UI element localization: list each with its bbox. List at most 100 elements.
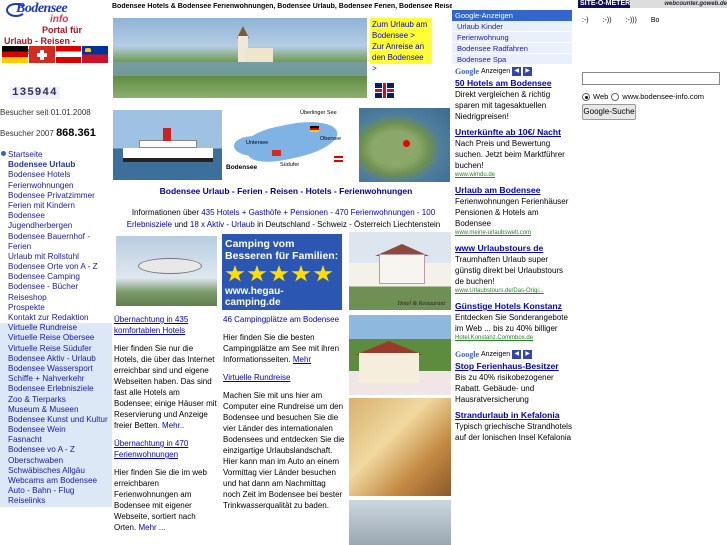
sidebar-item[interactable]: Bodensee vo A - Z [0,445,112,456]
sidebar-item[interactable]: Bodensee Hotels [0,170,112,180]
sidebar-item[interactable]: Reiseshop [0,293,112,303]
google-ad-url[interactable]: www.Urlaubstours.de/Das-Origi... [455,287,572,296]
zeppelin-image[interactable] [116,236,217,306]
sidebar-item[interactable]: Bodensee Wassersport [0,363,112,375]
info-yellow-box: Zum Urlaub am Bodensee > Zur Anreise an … [370,18,432,73]
map-germany-flag-icon [310,126,319,132]
google-search-button[interactable]: Google-Suche [582,104,636,120]
sidebar-item[interactable]: Ferien [0,242,112,252]
google-ad-link[interactable]: Urlaub Kinder [452,21,572,32]
sidebar-item[interactable]: Kontakt zur Redaktion [0,313,112,323]
google-ad-title[interactable]: 50 Hotels am Bodensee [455,78,572,89]
ship-image[interactable] [113,110,222,180]
sidebar-item[interactable]: Oberschwaben [0,455,112,466]
visitors-2007-value: 868.361 [56,127,96,139]
link-virtuelle-rundreise[interactable]: Virtuelle Rundreise [223,373,290,382]
link-anreise-bodensee[interactable]: Zur Anreise an den Bodensee > [372,42,424,73]
camping-ad-banner[interactable]: Camping vom Besseren für Familien: www.h… [222,234,342,310]
sidebar-item[interactable]: Bodensee Aktiv - Urlaub [0,353,112,364]
sidebar-item[interactable]: Bodensee Kunst und Kultur [0,414,112,426]
visitors-2007-label: Besucher 2007 [0,129,54,138]
lake-panorama-image [113,18,367,98]
radio-site[interactable] [611,92,620,101]
sidebar-item[interactable]: Ferienwohnungen [0,181,112,191]
prev-arrow-icon[interactable]: ◀ [512,349,522,359]
google-ad-text: Ferienwohnungen Ferienhäuser Pensionen &… [455,197,569,228]
sidebar-item[interactable]: Auto - Bahn - Flug [0,486,112,497]
sidebar-item[interactable]: Bodensee Privatzimmer [0,191,112,201]
english-flag-icon[interactable] [375,83,394,98]
google-ad-title[interactable]: Urlaub am Bodensee [455,185,572,196]
sidebar-item[interactable]: Bodensee - Bücher [0,282,112,292]
sidebar-item[interactable]: Bodensee Wein [0,425,112,436]
visitors-since-label: Besucher seit 01.01.2008 [0,108,91,117]
next-arrow-icon[interactable]: ▶ [523,66,533,76]
sidebar-item[interactable]: Zoo & Tierparks [0,394,112,405]
hotel-restaurant-photo[interactable]: Hotel & Restaurant [349,232,451,310]
google-ad-url[interactable]: www.wimdu.de [455,171,572,180]
europe-map-image[interactable] [359,108,450,182]
link-hotels-heading[interactable]: Übernachtung in 435 komfortablen Hotels [114,315,188,335]
link-hotels-more[interactable]: Mehr.. [162,421,184,430]
sidebar-item[interactable]: Bodensee Camping [0,272,112,282]
smiley-icon[interactable]: Bo [651,17,660,24]
sidebar-item[interactable]: Bodensee Orte von A - Z [0,262,112,272]
lake-map-image[interactable]: Überlinger See Obersee Untersee Südufer … [224,108,353,180]
sidebar-item[interactable]: Virtuelle Reise Südufer [0,343,112,354]
lakeside-town-photo[interactable] [349,500,451,545]
sidebar-item[interactable]: Virtuelle Reise Obersee [0,333,112,344]
villa-photo[interactable] [349,315,451,395]
smiley-icon[interactable]: :-))) [626,17,637,24]
google-ad-link[interactable]: Ferienwohnung [452,32,572,43]
sidebar-item[interactable]: Reiselinks [0,496,112,507]
link-ferienwohnungen-heading[interactable]: Übernachtung in 470 Ferienwohnungen [114,439,188,459]
sidebar-item[interactable]: Startseite [0,150,112,160]
google-ad-title[interactable]: Stop Ferienhaus-Besitzer [455,361,572,372]
sidebar-item[interactable]: Jugendherbergen [0,221,112,231]
sidebar-item[interactable]: Fasnacht [0,435,112,446]
sidebar-item[interactable]: Webcams am Bodensee [0,476,112,487]
sidebar-item[interactable]: Ferien mit Kindern [0,201,112,211]
link-camping-more[interactable]: Mehr [293,355,311,364]
austria-flag-icon[interactable] [55,46,82,63]
site-o-meter[interactable]: SITE-O-METER webcounter.goweb.de :-):-))… [578,0,727,24]
sidebar-item[interactable]: Schiffe + Nahverkehr [0,374,112,385]
google-ad-text: Bis zu 40% risikobezogener Rabatt. Gebäu… [455,373,554,404]
sidebar-item[interactable]: Virtuelle Rundreise [0,323,112,334]
sidebar-item[interactable]: Bodensee Erlebnisziele [0,384,112,395]
google-ad-title[interactable]: Strandurlaub in Kefalonia [455,410,572,421]
link-ferienwohnungen-more[interactable]: Mehr ... [138,523,165,532]
google-ad-title[interactable]: Günstige Hotels Konstanz [455,301,572,312]
google-ad-url[interactable]: Hotel.Konstanz.Commbox.de [455,334,572,343]
smiley-icon[interactable]: :-)) [603,17,612,24]
sidebar-item[interactable]: Bodensee [0,211,112,221]
link-aktiv-urlaub[interactable]: 18 x Aktiv - Urlaub [190,220,255,229]
sidebar-item[interactable]: Urlaub mit Rollstuhl [0,252,112,262]
star-icon [291,265,311,282]
liechtenstein-flag-icon[interactable] [82,46,108,63]
sidebar-item[interactable]: Prospekte [0,303,112,313]
link-urlaub-bodensee[interactable]: Zum Urlaub am Bodensee > [372,20,427,40]
google-ad-link[interactable]: Bodensee Radfahren [452,43,572,54]
germany-flag-icon[interactable] [2,46,28,63]
smiley-icon[interactable]: :-) [582,17,589,24]
sidebar-item[interactable]: Schwäbisches Allgäu [0,465,112,476]
next-arrow-icon[interactable]: ▶ [523,349,533,359]
google-ads-header[interactable]: Google-Anzeigen [452,10,572,21]
radio-web[interactable] [582,92,590,101]
switzerland-flag-icon[interactable] [28,46,55,63]
google-ad-url[interactable]: www.meine-urlaubswelt.com [455,229,572,238]
sidebar-item[interactable]: Museum & Museen [0,404,112,415]
prev-arrow-icon[interactable]: ◀ [512,66,522,76]
camping-ad-stars [225,265,339,283]
google-ad-title[interactable]: www Urlaubstours de [455,243,572,254]
hotel-room-photo[interactable] [349,398,451,496]
sidebar-item[interactable]: Bodensee Urlaub [0,160,112,170]
google-ad-link[interactable]: Bodensee Spa [452,54,572,65]
star-icon [313,265,333,282]
google-ad-title[interactable]: Unterkünfte ab 10€/ Nacht [455,127,572,138]
link-camping-heading[interactable]: 46 Campingplätze am Bodensee [223,315,339,324]
search-input[interactable] [582,72,720,85]
star-icon [225,265,245,282]
sidebar-item[interactable]: Bodensee Bauernhof - [0,232,112,242]
